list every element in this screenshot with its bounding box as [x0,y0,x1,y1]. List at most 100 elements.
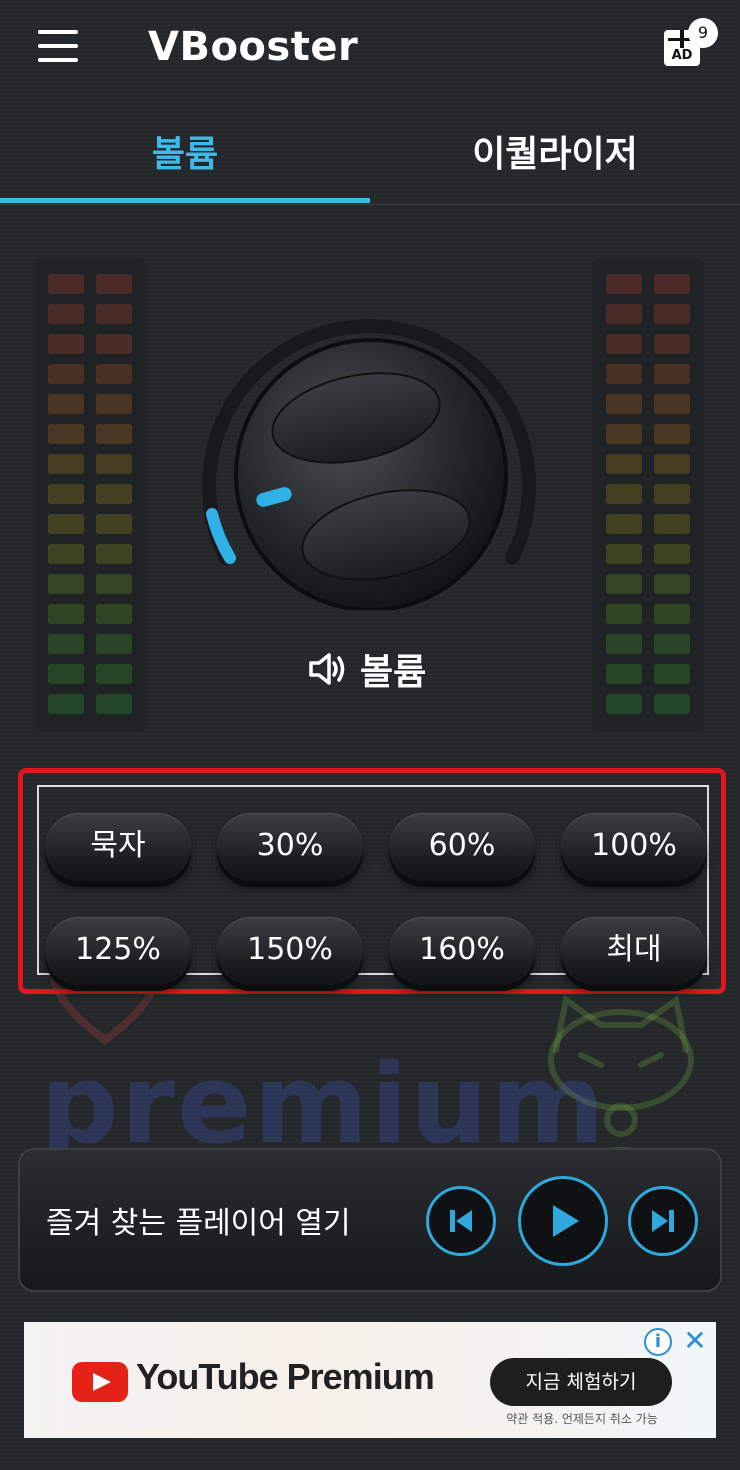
preset-button-160[interactable]: 160% [389,917,535,985]
open-favorite-player-link[interactable]: 즐겨 찾는 플레이어 열기 [46,1198,351,1242]
level-meter-right [592,258,704,732]
level-meter-segment [606,484,642,504]
level-meter-segment [606,574,642,594]
preset-button-150[interactable]: 150% [217,917,363,985]
level-meter-segment [654,454,690,474]
level-meter-segment [606,454,642,474]
youtube-logo-icon [72,1362,128,1402]
tab-equalizer[interactable]: 이퀄라이저 [370,110,740,200]
level-meter-segment [96,364,132,384]
level-meter-segment [48,454,84,474]
level-meter-segment [654,274,690,294]
level-meter-segment [654,604,690,624]
previous-track-button[interactable] [426,1186,496,1256]
level-meter-segment [96,514,132,534]
level-meter-segment [96,394,132,414]
ad-banner[interactable]: YouTube Premium 지금 체험하기 약관 적용. 언제든지 취소 가… [24,1322,716,1438]
ad-fine-print: 약관 적용. 언제든지 취소 가능 [506,1412,658,1426]
level-meter-segment [48,364,84,384]
level-meter-column [96,274,132,724]
level-meter-segment [654,424,690,444]
level-meter-segment [96,274,132,294]
level-meter-segment [48,574,84,594]
level-meter-segment [96,424,132,444]
preset-grid: 묵자 30% 60% 100% 125% 150% 160% 최대 [37,785,709,985]
level-meter-segment [96,634,132,654]
level-meter-segment [96,304,132,324]
level-meter-segment [606,634,642,654]
level-meter-segment [654,634,690,654]
hamburger-menu-icon[interactable] [38,30,78,62]
level-meter-segment [96,544,132,564]
level-meter-segment [48,694,84,714]
preset-highlight-frame: 묵자 30% 60% 100% 125% 150% 160% 최대 [18,768,726,994]
level-meter-segment [48,604,84,624]
level-meter-segment [654,334,690,354]
preset-button-30[interactable]: 30% [217,813,363,881]
level-meter-segment [654,364,690,384]
level-meter-segment [606,694,642,714]
level-meter-segment [96,664,132,684]
ad-close-icon[interactable]: ✕ [680,1326,710,1356]
level-meter-segment [654,694,690,714]
level-meter-segment [606,604,642,624]
level-meter-segment [606,544,642,564]
ad-cta-button[interactable]: 지금 체험하기 [490,1358,672,1406]
next-track-button[interactable] [628,1186,698,1256]
level-meter-segment [654,394,690,414]
volume-knob[interactable] [196,300,546,612]
level-meter-segment [654,484,690,504]
tab-bar: 볼륨 이퀄라이저 [0,110,740,205]
level-meter-segment [48,304,84,324]
level-meter-segment [606,304,642,324]
level-meter-segment [48,334,84,354]
play-icon [553,1205,579,1237]
level-meter-segment [48,424,84,444]
level-meter-segment [606,664,642,684]
level-meter-segment [96,484,132,504]
level-meter-segment [654,514,690,534]
speaker-icon [309,653,345,685]
active-tab-indicator [0,198,370,203]
level-meter-segment [654,574,690,594]
level-meter-column [606,274,642,724]
level-meter-segment [48,394,84,414]
ad-info-icon[interactable]: i [644,1328,672,1356]
level-meter-segment [96,574,132,594]
skip-next-icon [652,1210,674,1232]
level-meter-segment [606,364,642,384]
level-meter-segment [606,334,642,354]
player-bar: 즐겨 찾는 플레이어 열기 [18,1148,722,1292]
preset-button-125[interactable]: 125% [45,917,191,985]
level-meter-segment [48,484,84,504]
level-meter-segment [96,334,132,354]
preset-button-max[interactable]: 최대 [561,917,707,985]
level-meter-segment [96,454,132,474]
app-title: VBooster [148,24,359,70]
preset-button-mute[interactable]: 묵자 [45,813,191,881]
level-meter-segment [48,664,84,684]
ad-count-badge: 9 [688,18,718,48]
level-meter-column [654,274,690,724]
level-meter-segment [654,544,690,564]
ad-icon-text: AD [671,48,693,63]
level-meter-segment [48,634,84,654]
knob-label-text: 볼륨 [360,652,427,693]
app-bar: VBooster AD 9 [0,0,740,100]
level-meter-left [34,258,146,732]
level-meter-segment [606,274,642,294]
tab-volume[interactable]: 볼륨 [0,110,370,200]
preset-button-60[interactable]: 60% [389,813,535,881]
level-meter-segment [606,424,642,444]
play-button[interactable] [518,1176,608,1266]
skip-previous-icon [450,1210,472,1232]
level-meter-column [48,274,84,724]
level-meter-segment [96,604,132,624]
level-meter-segment [96,694,132,714]
knob-label: 볼륨 [308,644,426,694]
level-meter-segment [48,544,84,564]
level-meter-segment [48,274,84,294]
ad-brand-text: YouTube Premium [136,1356,435,1397]
preset-button-100[interactable]: 100% [561,813,707,881]
level-meter-segment [606,394,642,414]
